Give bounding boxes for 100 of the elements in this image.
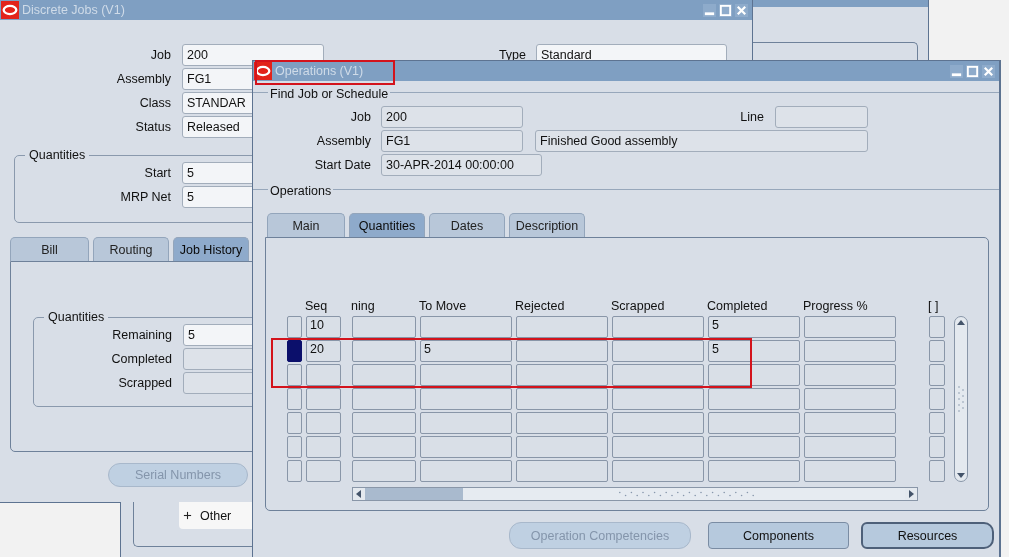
table-cell[interactable] <box>804 340 896 362</box>
table-cell[interactable] <box>352 316 416 338</box>
table-cell[interactable] <box>708 436 800 458</box>
table-cell[interactable] <box>612 436 704 458</box>
table-cell[interactable] <box>612 388 704 410</box>
group-title: Quantities <box>44 310 109 324</box>
tab[interactable]: Main <box>267 213 345 237</box>
tab[interactable]: Dates <box>429 213 505 237</box>
table-cell[interactable] <box>804 388 896 410</box>
table-cell[interactable] <box>516 436 608 458</box>
text-field[interactable] <box>775 106 868 128</box>
row-selector[interactable] <box>287 460 302 482</box>
minimize-icon[interactable] <box>703 3 716 17</box>
maximize-icon[interactable] <box>719 3 732 17</box>
grip-icon <box>957 384 965 414</box>
checkbox[interactable] <box>929 316 945 338</box>
table-cell[interactable] <box>612 460 704 482</box>
checkbox[interactable] <box>929 436 945 458</box>
table-cell[interactable] <box>352 388 416 410</box>
field-label: Assembly <box>315 134 371 148</box>
tab[interactable]: Quantities <box>349 213 425 237</box>
table-cell[interactable] <box>804 412 896 434</box>
tab[interactable]: Routing <box>93 237 169 261</box>
table-cell[interactable] <box>516 364 608 386</box>
table-cell[interactable]: 10 <box>306 316 341 338</box>
minimize-icon[interactable] <box>950 64 963 78</box>
table-cell[interactable] <box>804 364 896 386</box>
row-selector[interactable] <box>287 412 302 434</box>
scroll-right-icon[interactable] <box>905 488 917 500</box>
table-cell[interactable] <box>420 364 512 386</box>
field-label: Status <box>134 120 172 134</box>
table-cell[interactable] <box>516 340 608 362</box>
row-selector[interactable] <box>287 340 302 362</box>
field-label: Scrapped <box>117 376 173 390</box>
field-label: Completed <box>110 352 173 366</box>
window-title: Operations (V1) <box>275 64 365 78</box>
field-label: Start Date <box>313 158 371 172</box>
row-selector[interactable] <box>287 316 302 338</box>
checkbox[interactable] <box>929 388 945 410</box>
table-cell[interactable] <box>306 388 341 410</box>
table-cell[interactable] <box>420 316 512 338</box>
row-selector[interactable] <box>287 364 302 386</box>
table-cell[interactable] <box>352 340 416 362</box>
table-cell[interactable]: 5 <box>420 340 512 362</box>
table-cell[interactable] <box>612 340 704 362</box>
table-cell[interactable] <box>420 388 512 410</box>
vertical-scrollbar[interactable] <box>954 316 968 482</box>
horizontal-scrollbar[interactable] <box>352 487 918 501</box>
action-button[interactable]: Components <box>708 522 849 549</box>
checkbox[interactable] <box>929 364 945 386</box>
table-cell[interactable] <box>420 436 512 458</box>
table-cell[interactable] <box>804 460 896 482</box>
action-button[interactable]: Resources <box>861 522 994 549</box>
table-cell[interactable] <box>516 388 608 410</box>
text-field[interactable]: FG1 <box>381 130 523 152</box>
table-cell[interactable] <box>352 436 416 458</box>
table-cell[interactable]: 5 <box>708 340 800 362</box>
row-selector[interactable] <box>287 436 302 458</box>
table-cell[interactable] <box>306 364 341 386</box>
table-cell[interactable] <box>804 316 896 338</box>
table-cell[interactable] <box>612 316 704 338</box>
table-cell[interactable] <box>708 388 800 410</box>
table-cell[interactable] <box>306 460 341 482</box>
table-cell[interactable] <box>306 412 341 434</box>
maximize-icon[interactable] <box>966 64 979 78</box>
table-cell[interactable] <box>708 412 800 434</box>
column-header: Scrapped <box>611 298 666 314</box>
table-cell[interactable] <box>352 364 416 386</box>
tab[interactable]: Job History <box>173 237 249 261</box>
group-title: Quantities <box>25 148 90 162</box>
table-cell[interactable] <box>420 412 512 434</box>
table-cell[interactable]: 20 <box>306 340 341 362</box>
table-cell[interactable] <box>352 412 416 434</box>
close-icon[interactable] <box>982 64 995 78</box>
checkbox[interactable] <box>929 460 945 482</box>
table-cell[interactable] <box>516 460 608 482</box>
text-field[interactable]: 30-APR-2014 00:00:00 <box>381 154 542 176</box>
checkbox[interactable] <box>929 340 945 362</box>
table-cell[interactable] <box>612 364 704 386</box>
table-cell[interactable] <box>516 412 608 434</box>
table-cell[interactable] <box>352 460 416 482</box>
tab[interactable]: Description <box>509 213 585 237</box>
text-field[interactable]: Finished Good assembly <box>535 130 868 152</box>
table-cell[interactable] <box>708 460 800 482</box>
table-cell[interactable] <box>708 364 800 386</box>
text-field[interactable]: 200 <box>381 106 523 128</box>
table-cell[interactable] <box>306 436 341 458</box>
table-cell[interactable] <box>804 436 896 458</box>
tab[interactable]: Bill <box>10 237 89 261</box>
scroll-thumb[interactable] <box>463 488 905 500</box>
expand-icon[interactable] <box>183 511 192 520</box>
table-cell[interactable]: 5 <box>708 316 800 338</box>
close-icon[interactable] <box>735 3 748 17</box>
column-header: To Move <box>419 298 468 314</box>
table-cell[interactable] <box>516 316 608 338</box>
row-selector[interactable] <box>287 388 302 410</box>
table-cell[interactable] <box>612 412 704 434</box>
checkbox[interactable] <box>929 412 945 434</box>
scroll-left-icon[interactable] <box>353 488 365 500</box>
table-cell[interactable] <box>420 460 512 482</box>
